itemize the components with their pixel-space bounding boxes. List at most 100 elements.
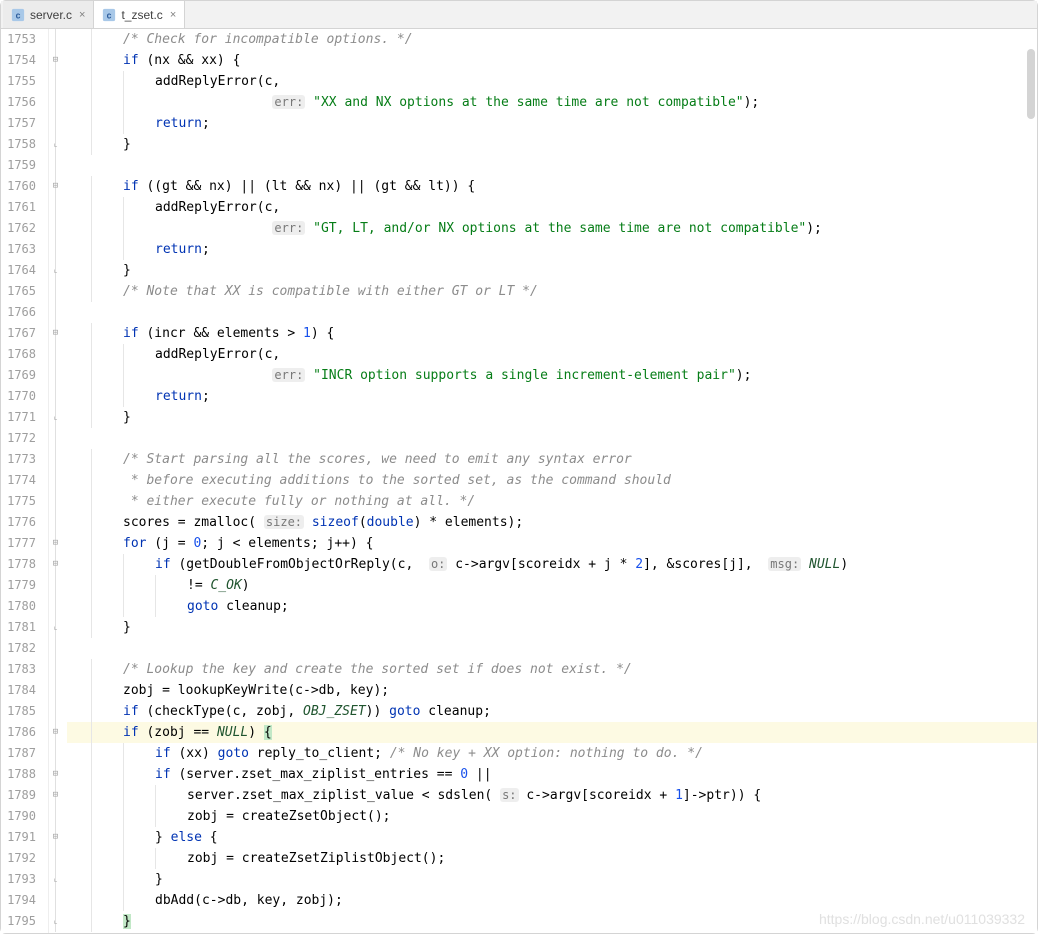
code-line[interactable]: if (zobj == NULL) { xyxy=(67,722,1037,743)
editor-gutter: 1753175417551756175717581759176017611762… xyxy=(1,29,49,933)
line-number: 1780 xyxy=(1,596,48,617)
code-line[interactable]: addReplyError(c, xyxy=(67,71,1037,92)
line-number: 1787 xyxy=(1,743,48,764)
line-number: 1762 xyxy=(1,218,48,239)
line-number: 1778 xyxy=(1,554,48,575)
code-line[interactable]: } else { xyxy=(67,827,1037,848)
code-line[interactable]: goto cleanup; xyxy=(67,596,1037,617)
code-line[interactable]: for (j = 0; j < elements; j++) { xyxy=(67,533,1037,554)
fold-toggle-icon[interactable]: ⊟ xyxy=(51,56,60,65)
code-line[interactable]: addReplyError(c, xyxy=(67,197,1037,218)
code-line[interactable]: err: "INCR option supports a single incr… xyxy=(67,365,1037,386)
code-line[interactable]: * either execute fully or nothing at all… xyxy=(67,491,1037,512)
line-number: 1776 xyxy=(1,512,48,533)
fold-end-icon: ⌞ xyxy=(51,917,60,926)
code-line[interactable]: /* Lookup the key and create the sorted … xyxy=(67,659,1037,680)
code-line[interactable]: /* Note that XX is compatible with eithe… xyxy=(67,281,1037,302)
fold-end-icon: ⌞ xyxy=(51,413,60,422)
code-line[interactable]: } xyxy=(67,134,1037,155)
code-line[interactable] xyxy=(67,428,1037,449)
code-line[interactable]: dbAdd(c->db, key, zobj); xyxy=(67,890,1037,911)
close-icon[interactable]: × xyxy=(77,9,85,21)
code-line[interactable]: } xyxy=(67,911,1037,932)
line-number: 1758 xyxy=(1,134,48,155)
code-line[interactable]: server.zset_max_ziplist_value < sdslen( … xyxy=(67,785,1037,806)
close-icon[interactable]: × xyxy=(168,9,176,21)
code-line[interactable]: != C_OK) xyxy=(67,575,1037,596)
editor: 1753175417551756175717581759176017611762… xyxy=(1,29,1037,933)
line-number: 1775 xyxy=(1,491,48,512)
tab-server-c[interactable]: c server.c × xyxy=(3,1,94,28)
fold-toggle-icon[interactable]: ⊟ xyxy=(51,539,60,548)
c-file-icon: c xyxy=(11,8,25,22)
line-number: 1766 xyxy=(1,302,48,323)
fold-toggle-icon[interactable]: ⊟ xyxy=(51,182,60,191)
code-line[interactable]: /* Check for incompatible options. */ xyxy=(67,29,1037,50)
tab-label: server.c xyxy=(30,8,72,22)
line-number: 1753 xyxy=(1,29,48,50)
code-area[interactable]: /* Check for incompatible options. */if … xyxy=(63,29,1037,933)
fold-toggle-icon[interactable]: ⊟ xyxy=(51,791,60,800)
line-number: 1769 xyxy=(1,365,48,386)
line-number: 1773 xyxy=(1,449,48,470)
fold-toggle-icon[interactable]: ⊟ xyxy=(51,329,60,338)
code-line[interactable]: scores = zmalloc( size: sizeof(double) *… xyxy=(67,512,1037,533)
code-line[interactable]: if (incr && elements > 1) { xyxy=(67,323,1037,344)
tab-label: t_zset.c xyxy=(121,8,162,22)
code-line[interactable]: if (server.zset_max_ziplist_entries == 0… xyxy=(67,764,1037,785)
line-number: 1768 xyxy=(1,344,48,365)
line-number: 1763 xyxy=(1,239,48,260)
code-line[interactable]: zobj = lookupKeyWrite(c->db, key); xyxy=(67,680,1037,701)
code-line[interactable]: if (nx && xx) { xyxy=(67,50,1037,71)
code-line[interactable]: addReplyError(c, xyxy=(67,344,1037,365)
code-line[interactable]: /* Start parsing all the scores, we need… xyxy=(67,449,1037,470)
code-line[interactable]: if (checkType(c, zobj, OBJ_ZSET)) goto c… xyxy=(67,701,1037,722)
line-number: 1777 xyxy=(1,533,48,554)
line-number: 1755 xyxy=(1,71,48,92)
line-number: 1788 xyxy=(1,764,48,785)
code-line[interactable]: err: "GT, LT, and/or NX options at the s… xyxy=(67,218,1037,239)
code-line[interactable] xyxy=(67,155,1037,176)
code-line[interactable]: return; xyxy=(67,113,1037,134)
line-number: 1770 xyxy=(1,386,48,407)
fold-toggle-icon[interactable]: ⊟ xyxy=(51,560,60,569)
code-line[interactable] xyxy=(67,302,1037,323)
code-line[interactable]: * before executing additions to the sort… xyxy=(67,470,1037,491)
scrollbar-thumb[interactable] xyxy=(1027,49,1035,119)
code-line[interactable]: zobj = createZsetObject(); xyxy=(67,806,1037,827)
line-number: 1784 xyxy=(1,680,48,701)
line-number: 1790 xyxy=(1,806,48,827)
line-number: 1764 xyxy=(1,260,48,281)
line-number: 1792 xyxy=(1,848,48,869)
code-line[interactable]: return; xyxy=(67,386,1037,407)
tab-bar: c server.c × c t_zset.c × xyxy=(1,1,1037,29)
code-line[interactable] xyxy=(67,638,1037,659)
code-line[interactable]: zobj = createZsetZiplistObject(); xyxy=(67,848,1037,869)
line-number: 1759 xyxy=(1,155,48,176)
fold-end-icon: ⌞ xyxy=(51,875,60,884)
fold-end-icon: ⌞ xyxy=(51,623,60,632)
line-number: 1779 xyxy=(1,575,48,596)
line-number: 1756 xyxy=(1,92,48,113)
code-line[interactable]: if (getDoubleFromObjectOrReply(c, o: c->… xyxy=(67,554,1037,575)
fold-toggle-icon[interactable]: ⊟ xyxy=(51,728,60,737)
code-line[interactable]: if (xx) goto reply_to_client; /* No key … xyxy=(67,743,1037,764)
code-line[interactable]: } xyxy=(67,260,1037,281)
code-line[interactable]: } xyxy=(67,617,1037,638)
code-line[interactable]: err: "XX and NX options at the same time… xyxy=(67,92,1037,113)
line-number: 1761 xyxy=(1,197,48,218)
c-file-icon: c xyxy=(102,8,116,22)
line-number: 1791 xyxy=(1,827,48,848)
fold-toggle-icon[interactable]: ⊟ xyxy=(51,833,60,842)
line-number: 1785 xyxy=(1,701,48,722)
tab-t-zset-c[interactable]: c t_zset.c × xyxy=(94,1,185,28)
code-line[interactable]: } xyxy=(67,869,1037,890)
code-line[interactable]: return; xyxy=(67,239,1037,260)
fold-end-icon: ⌞ xyxy=(51,266,60,275)
fold-toggle-icon[interactable]: ⊟ xyxy=(51,770,60,779)
svg-text:c: c xyxy=(107,10,112,20)
fold-end-icon: ⌞ xyxy=(51,140,60,149)
code-line[interactable]: if ((gt && nx) || (lt && nx) || (gt && l… xyxy=(67,176,1037,197)
code-line[interactable]: } xyxy=(67,407,1037,428)
line-number: 1782 xyxy=(1,638,48,659)
